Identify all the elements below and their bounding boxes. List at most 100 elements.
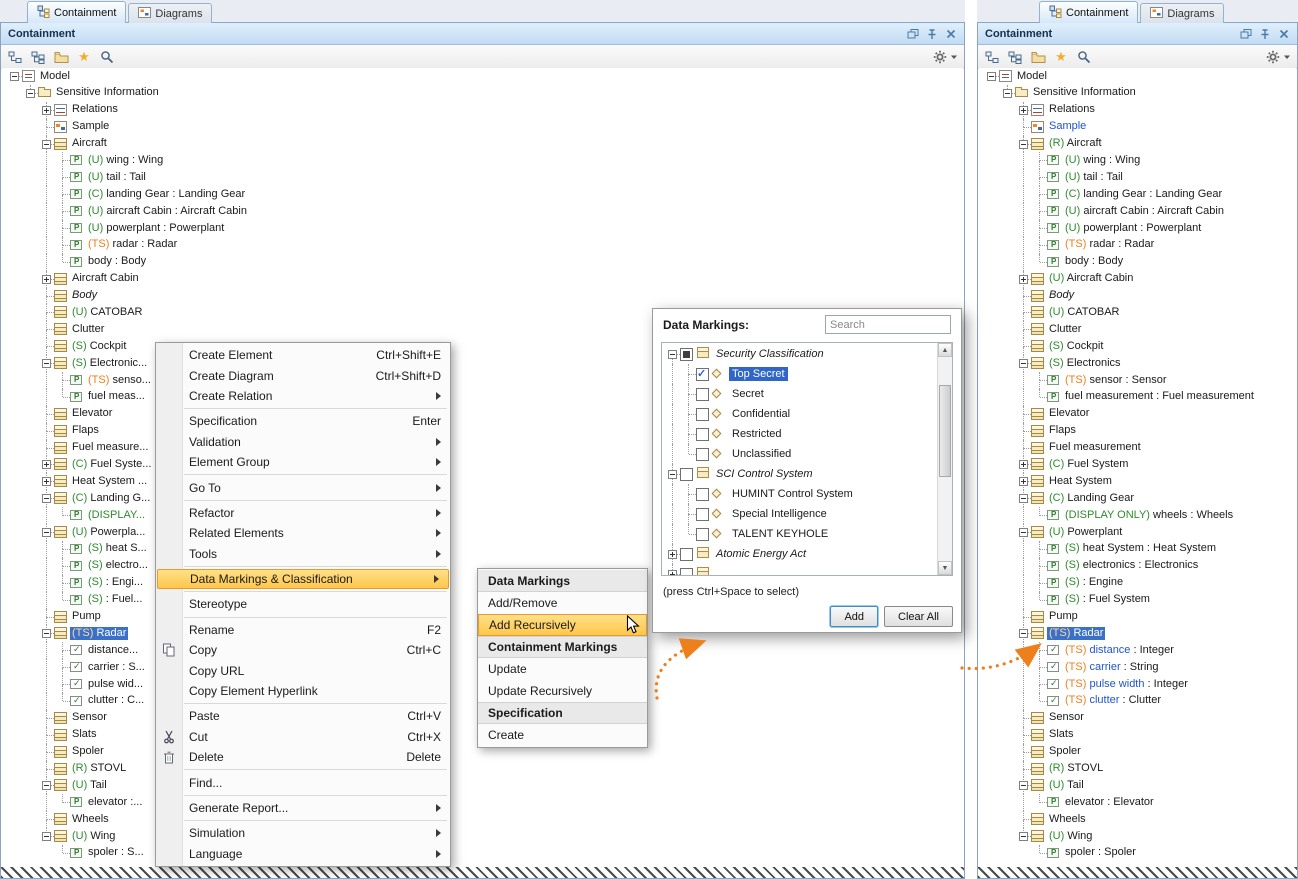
menu-item[interactable]: CopyCtrl+C [156, 640, 450, 660]
tree-row[interactable]: Aircraft Cabin [2, 271, 963, 288]
collapse-icon[interactable] [42, 832, 51, 841]
tree-row[interactable]: (U) aircraft Cabin : Aircraft Cabin [979, 203, 1296, 220]
tree-row[interactable]: Fuel measurement [979, 440, 1296, 457]
tree-item-label[interactable]: (U) CATOBAR [1047, 306, 1122, 320]
checkbox[interactable] [696, 388, 709, 401]
tree-item-label[interactable]: Pump [1047, 610, 1080, 624]
tree-row[interactable]: Sample [2, 119, 963, 136]
tree-item-label[interactable]: Spoler [70, 745, 106, 759]
tree-row[interactable]: (U) powerplant : Powerplant [2, 220, 963, 237]
tree-item-label[interactable]: (TS) radar : Radar [86, 238, 179, 252]
tree-item-label[interactable]: (C) landing Gear : Landing Gear [86, 188, 247, 202]
tree-row[interactable]: (U) Tail [979, 777, 1296, 794]
expand-icon[interactable] [668, 550, 677, 559]
menu-item[interactable]: Add Recursively [478, 614, 647, 636]
collapse-icon[interactable] [26, 89, 35, 98]
tree-item-label[interactable]: (U) tail : Tail [1063, 171, 1125, 185]
tree-row[interactable]: (S) Electronics [979, 355, 1296, 372]
tree-item-label[interactable]: Heat System [1047, 475, 1114, 489]
collapse-icon[interactable] [42, 359, 51, 368]
tree-item-label[interactable]: (U) tail : Tail [86, 171, 148, 185]
tree-row[interactable]: HUMINT Control System [662, 484, 937, 504]
menu-item[interactable]: Stereotype [156, 594, 450, 614]
collapse-icon[interactable] [668, 350, 677, 359]
tree-item-label[interactable]: Relations [1047, 103, 1097, 117]
tree-item-label[interactable]: distance... [86, 644, 140, 658]
tree-item-label[interactable]: (U) Aircraft Cabin [1047, 272, 1135, 286]
tree-row[interactable]: (U) Tail [2, 777, 963, 794]
tree-item-label[interactable]: (R) STOVL [1047, 762, 1105, 776]
tree-item-label[interactable]: (C) Fuel Syste... [70, 458, 153, 472]
collapse-all-icon[interactable] [984, 49, 1000, 65]
tree-item-label[interactable]: (S) Electronic... [70, 357, 149, 371]
tree-item-label[interactable]: Aircraft Cabin [70, 272, 141, 286]
expand-icon[interactable] [42, 275, 51, 284]
tree-row[interactable]: (U) Powerplant [979, 524, 1296, 541]
tree-item-label[interactable]: (DISPLAY... [86, 509, 147, 523]
tree-item-label[interactable]: elevator :... [86, 796, 144, 810]
collapse-icon[interactable] [668, 470, 677, 479]
tree-row[interactable]: Elevator [979, 406, 1296, 423]
tree-item-label[interactable]: (S) : Engine [1063, 576, 1125, 590]
tree-row[interactable]: (U) Aircraft Cabin [979, 271, 1296, 288]
tab-containment[interactable]: Containment [27, 1, 126, 23]
tree-item-label[interactable]: (TS) carrier : String [1063, 661, 1161, 675]
tree-row[interactable]: fuel measurement : Fuel measurement [979, 389, 1296, 406]
tree-item-label[interactable]: (C) landing Gear : Landing Gear [1063, 188, 1224, 202]
menu-item[interactable]: Update [478, 658, 647, 680]
expand-icon[interactable] [1019, 275, 1028, 284]
restore-panel-icon[interactable] [1239, 27, 1252, 40]
tree-item-label[interactable]: elevator : Elevator [1063, 796, 1156, 810]
tree-item-label[interactable]: (U) powerplant : Powerplant [86, 222, 226, 236]
tree-item-label[interactable]: (U) powerplant : Powerplant [1063, 222, 1203, 236]
options-gear-icon[interactable] [1265, 49, 1281, 65]
checkbox[interactable] [680, 548, 693, 561]
checkbox[interactable] [680, 348, 693, 361]
restore-panel-icon[interactable] [906, 27, 919, 40]
tree-item-label[interactable]: Sensor [70, 711, 109, 725]
tree-row[interactable]: SCI Control System [662, 464, 937, 484]
tree-item-label[interactable]: SCI Control System [713, 467, 816, 481]
expand-icon[interactable] [668, 570, 677, 576]
menu-item[interactable]: Create [478, 724, 647, 746]
tree-item-label[interactable]: Confidential [729, 407, 793, 421]
tree-item-label[interactable]: (U) wing : Wing [86, 154, 165, 168]
tree-item-label[interactable]: (U) CATOBAR [70, 306, 145, 320]
menu-item[interactable]: Simulation [156, 823, 450, 843]
expand-all-icon[interactable] [30, 49, 46, 65]
tree-item-label[interactable]: Sensitive Information [1031, 86, 1138, 100]
tree-row[interactable]: Wheels [979, 811, 1296, 828]
tree-item-label[interactable]: Fuel measure... [70, 441, 150, 455]
tree-item-label[interactable]: (U) aircraft Cabin : Aircraft Cabin [86, 205, 249, 219]
tree-row[interactable]: (TS) radar : Radar [2, 237, 963, 254]
tree-item-label[interactable]: Secret [729, 387, 767, 401]
tree-row[interactable]: (U) powerplant : Powerplant [979, 220, 1296, 237]
collapse-icon[interactable] [1019, 140, 1028, 149]
options-gear-icon[interactable] [932, 49, 948, 65]
search-input[interactable] [825, 315, 951, 334]
tree-row[interactable]: (S) heat System : Heat System [979, 541, 1296, 558]
tree-item-label[interactable]: HUMINT Control System [729, 487, 856, 501]
tree-row[interactable]: body : Body [979, 254, 1296, 271]
tree-item-label[interactable]: pulse wid... [86, 678, 145, 692]
tree-row[interactable]: elevator :... [2, 794, 963, 811]
tree-item-label[interactable]: (U) Wing [70, 830, 117, 844]
tree-row[interactable]: (TS) distance : Integer [979, 642, 1296, 659]
menu-item[interactable]: Refactor [156, 503, 450, 523]
tree-item-label[interactable]: (S) : Fuel System [1063, 593, 1152, 607]
tree-item-label[interactable]: (C) Fuel System [1047, 458, 1130, 472]
tree-item-label[interactable]: (DISPLAY ONLY) wheels : Wheels [1063, 509, 1235, 523]
open-folder-icon[interactable] [1030, 49, 1046, 65]
tree-row[interactable]: elevator : Elevator [979, 794, 1296, 811]
checkbox[interactable] [696, 448, 709, 461]
tree-row[interactable]: Top Secret [662, 364, 937, 384]
tree-item-label[interactable]: Flaps [1047, 424, 1078, 438]
favorites-star-icon[interactable]: ★ [76, 49, 92, 65]
tree-row[interactable]: Unclassified [662, 444, 937, 464]
tree-row[interactable]: Security Classification [662, 344, 937, 364]
tree-row[interactable]: Secret [662, 384, 937, 404]
expand-icon[interactable] [1019, 477, 1028, 486]
tree-row[interactable]: Sample [979, 119, 1296, 136]
checkbox[interactable] [696, 488, 709, 501]
tree-row[interactable]: (C) landing Gear : Landing Gear [979, 186, 1296, 203]
